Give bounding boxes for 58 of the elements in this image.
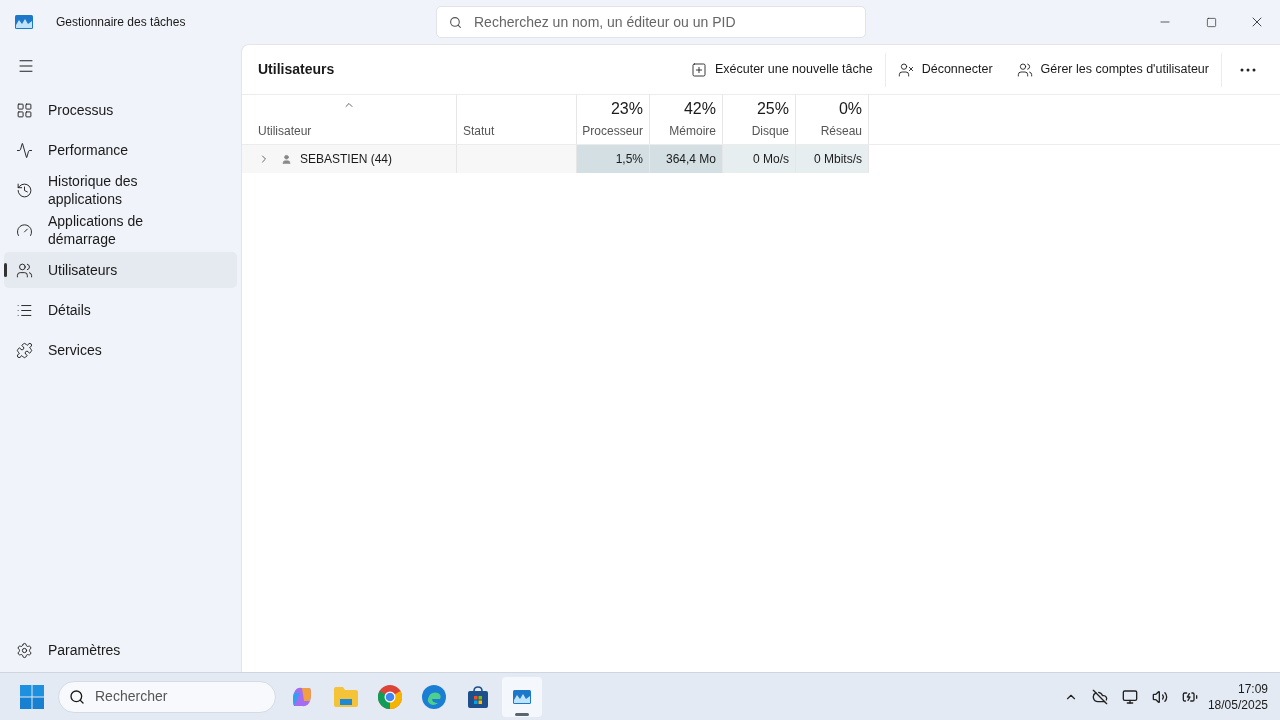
shopping-bag-icon [467,685,489,708]
users-icon [1016,61,1033,78]
search-icon [449,15,462,29]
column-header[interactable]: Utilisateur [242,95,457,144]
sidebar-item[interactable]: Détails [4,292,237,328]
users-icon [16,261,33,279]
grid-icon [16,101,33,119]
column-header[interactable]: 25% Disque [723,95,796,144]
network-icon[interactable] [1121,688,1138,705]
toolbar-button[interactable]: Déconnecter [885,53,1005,86]
gauge-icon [16,221,33,239]
browser-icon [378,684,402,709]
pulse-icon [16,141,33,159]
add-square-icon [690,61,707,78]
settings-icon [16,641,33,659]
taskbar-search-input[interactable]: Rechercher [95,686,265,707]
window-title: Gestionnaire des tâches [56,14,187,31]
taskbar-search-field[interactable]: Rechercher [58,680,276,713]
page-title: Utilisateurs [258,60,335,79]
sidebar-item[interactable]: Historique des applications [4,172,237,208]
puzzle-icon [16,341,33,359]
folder-icon [334,686,358,707]
user-row-cell[interactable]: SEBASTIEN (44) [242,145,457,173]
sidebar-item[interactable]: Applications de démarrage [4,212,237,248]
more-icon [1240,67,1256,72]
toolbar-button[interactable]: Exécuter une nouvelle tâche [678,53,885,86]
sidebar-item[interactable]: Processus [4,92,237,128]
cloud-off-icon[interactable] [1091,688,1108,705]
search-icon [69,688,85,705]
search-input[interactable]: Recherchez un nom, un éditeur ou un PID [474,11,853,33]
menu-icon [17,57,35,75]
sidebar-item[interactable]: Performance [4,132,237,168]
user-remove-icon [897,61,914,78]
settings-item[interactable]: Paramètres [4,632,237,668]
sidebar-item[interactable]: Services [4,332,237,368]
table-cell: 0 Mbits/s [796,145,869,173]
selection-indicator [4,263,7,277]
active-indicator [515,712,529,716]
column-header[interactable]: 42% Mémoire [650,95,723,144]
toolbar-button[interactable]: Gérer les comptes d'utilisateur [1004,53,1221,86]
column-header[interactable]: 23% Processeur [577,95,650,144]
sidebar-item[interactable]: Utilisateurs [4,252,237,288]
wave-browser-icon [422,684,446,709]
maximize-icon [1205,16,1217,28]
app-logo-icon [15,15,33,29]
column-header[interactable]: Statut [457,95,577,144]
table-cell: 1,5% [577,145,650,173]
taskbar-app-button[interactable] [502,676,542,717]
column-header[interactable]: 0% Réseau [796,95,869,144]
history-icon [16,181,33,199]
volume-icon[interactable] [1151,688,1168,705]
table-cell: 364,4 Mo [650,145,723,173]
user-icon [281,153,292,165]
table-cell: 0 Mo/s [723,145,796,173]
windows-logo-icon [20,684,44,709]
search-field[interactable]: Recherchez un nom, un éditeur ou un PID [436,6,866,38]
clock[interactable]: 17:09 18/05/2025 [1207,680,1268,713]
app-logo-icon [513,689,531,704]
